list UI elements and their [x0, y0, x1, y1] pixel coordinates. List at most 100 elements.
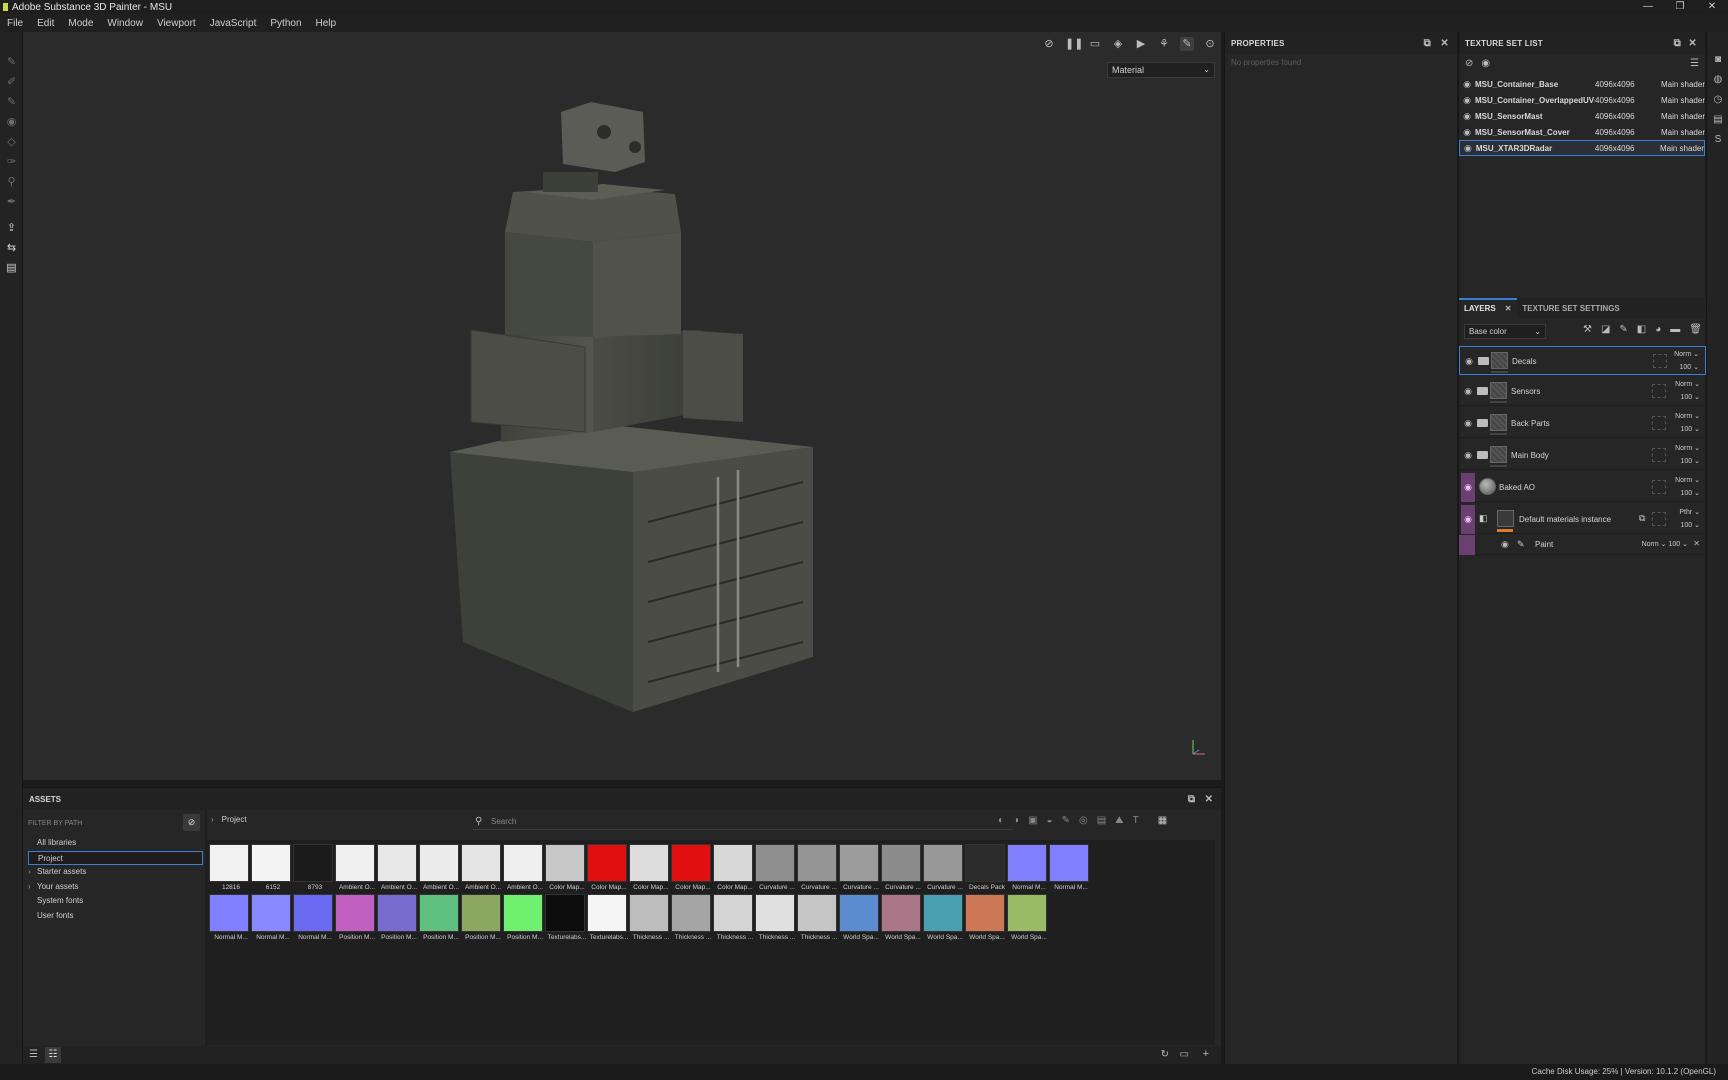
eraser-icon[interactable]: ✐ [5, 76, 18, 89]
opacity-select[interactable]: 100 ⌄ [1681, 521, 1701, 529]
asset-tile[interactable]: Thickness ... [713, 894, 755, 944]
geometry-mask-icon[interactable]: ◉ [5, 116, 18, 129]
instance-icon[interactable]: ⧉ [1639, 513, 1645, 524]
filter-particle-icon[interactable]: ◎ [1079, 815, 1088, 826]
blend-mode-select[interactable]: Norm ⌄ [1674, 350, 1699, 358]
asset-tile[interactable]: Color Map... [587, 844, 629, 894]
eye-icon[interactable]: ◉ [1459, 95, 1475, 106]
blend-mode-select[interactable]: Norm ⌄ [1675, 412, 1700, 420]
eye-icon[interactable]: ◉ [1461, 473, 1475, 502]
menu-mode[interactable]: Mode [68, 18, 93, 29]
paint-brush-icon[interactable]: ✎ [5, 56, 18, 69]
camera-settings-icon[interactable]: ◙ [1712, 54, 1724, 66]
blend-mode-select[interactable]: Norm ⌄ [1675, 380, 1700, 388]
asset-tile[interactable]: Curvature ... [881, 844, 923, 894]
search-input[interactable]: ⚲ Search [473, 814, 1013, 830]
float-panel-icon[interactable]: ⧉ [1674, 38, 1681, 49]
filter-font-icon[interactable]: T [1133, 815, 1139, 826]
opacity-select[interactable]: 100 ⌄ [1681, 425, 1701, 433]
layer-item-decals[interactable]: ◉ Decals Norm ⌄ 100 ⌄ [1459, 346, 1706, 375]
channel-select[interactable]: Base color ⌄ [1464, 323, 1546, 339]
asset-tile[interactable]: World Spa... [881, 894, 923, 944]
opacity-select[interactable]: 100 ⌄ [1680, 363, 1700, 371]
color-picker-icon[interactable]: ✒ [5, 196, 18, 209]
minimize-button[interactable]: — [1632, 0, 1664, 14]
texture-set-row[interactable]: ◉ MSU_SensorMast_Cover 4096x4096 Main sh… [1459, 124, 1705, 140]
add-mask-icon[interactable]: ◪ [1601, 324, 1610, 335]
history-icon[interactable]: ◷ [1712, 94, 1724, 106]
asset-tile[interactable]: Curvature ... [923, 844, 965, 894]
sub-layer-paint[interactable]: ◉ ✎ Paint Norm ⌄ 100 ⌄ ✕ [1459, 535, 1706, 555]
eye-icon[interactable]: ◉ [1461, 441, 1475, 470]
asset-tile[interactable]: 12816 [209, 844, 251, 894]
asset-tile[interactable]: World Spa... [965, 894, 1007, 944]
new-folder-icon[interactable]: ▭ [1180, 1049, 1189, 1060]
eye-icon[interactable]: ◉ [1461, 505, 1475, 534]
asset-tile[interactable]: Position M... [461, 894, 503, 944]
blend-mode-select[interactable]: Pthr ⌄ [1679, 508, 1700, 516]
detail-view-icon[interactable]: ☷ [45, 1047, 61, 1063]
close-panel-icon[interactable]: ✕ [1688, 38, 1697, 49]
eye-icon[interactable]: ◉ [1462, 347, 1476, 376]
float-panel-icon[interactable]: ⧉ [1188, 794, 1195, 805]
add-folder-icon[interactable]: ▬ [1670, 324, 1680, 335]
asset-tile[interactable]: Ambient O... [503, 844, 545, 894]
mask-slot[interactable] [1652, 448, 1666, 462]
library-starter-assets[interactable]: › Starter assets [28, 865, 203, 880]
opacity-select[interactable]: 100 ⌄ [1681, 489, 1701, 497]
view-mode-icon[interactable]: ▭ [1088, 37, 1102, 51]
layer-item-default-materials-instance[interactable]: ◉ ◧ Default materials instance ⧉ Pthr ⌄ … [1459, 505, 1706, 534]
add-fill-layer-icon[interactable]: ◧ [1637, 324, 1646, 335]
mask-slot[interactable] [1652, 480, 1666, 494]
asset-tile[interactable]: Position M... [377, 894, 419, 944]
asset-tile[interactable]: World Spa... [839, 894, 881, 944]
refresh-icon[interactable]: ↻ [1161, 1049, 1169, 1060]
menu-edit[interactable]: Edit [37, 18, 54, 29]
polygon-fill-icon[interactable]: ◇ [5, 136, 18, 149]
eye-icon[interactable]: ◉ [1459, 79, 1475, 90]
opacity-select[interactable]: 100 ⌄ [1681, 393, 1701, 401]
list-options-icon[interactable]: ☰ [1690, 58, 1699, 69]
layer-item-back-parts[interactable]: ◉ Back Parts Norm ⌄ 100 ⌄ [1459, 409, 1706, 438]
mask-slot[interactable] [1652, 512, 1666, 526]
asset-tile[interactable]: Curvature ... [839, 844, 881, 894]
asset-tile[interactable]: Color Map... [713, 844, 755, 894]
asset-tile[interactable]: Normal M... [209, 894, 251, 944]
close-panel-icon[interactable]: ✕ [1440, 38, 1449, 49]
add-paint-layer-icon[interactable]: ✎ [1619, 324, 1627, 335]
asset-tile[interactable]: Ambient O... [419, 844, 461, 894]
import-icon[interactable]: + [1203, 1048, 1209, 1060]
eye-icon[interactable]: ◉ [1459, 127, 1475, 138]
library-user-fonts[interactable]: User fonts [28, 909, 203, 924]
asset-tile[interactable]: Normal M... [293, 894, 335, 944]
asset-tile[interactable]: Normal M... [1007, 844, 1049, 894]
remove-effect-icon[interactable]: ✕ [1693, 539, 1700, 548]
shading-cube-icon[interactable]: ◈ [1111, 37, 1125, 51]
asset-tile[interactable]: Thickness ... [755, 894, 797, 944]
eye-icon[interactable]: ◉ [1461, 377, 1475, 406]
tab-layers[interactable]: LAYERS ✕ [1459, 298, 1518, 318]
asset-tile[interactable]: Ambient O... [461, 844, 503, 894]
layer-item-sensors[interactable]: ◉ Sensors Norm ⌄ 100 ⌄ [1459, 377, 1706, 406]
export-icon[interactable]: ⇆ [5, 242, 18, 255]
filter-smart-material-icon[interactable]: ◑ [1013, 815, 1019, 826]
filter-texture-icon[interactable]: ▣ [1028, 815, 1037, 826]
blend-opacity[interactable]: Norm ⌄ 100 ⌄ [1642, 540, 1688, 548]
asset-tile[interactable]: World Spa... [923, 894, 965, 944]
asset-tile[interactable]: Normal M... [1049, 844, 1091, 894]
mask-slot[interactable] [1652, 384, 1666, 398]
asset-tile[interactable]: Ambient O... [377, 844, 419, 894]
blend-mode-select[interactable]: Norm ⌄ [1675, 476, 1700, 484]
library-system-fonts[interactable]: System fonts [28, 894, 203, 909]
close-tab-icon[interactable]: ✕ [1505, 304, 1512, 313]
hide-all-icon[interactable]: ⊘ [1465, 58, 1473, 69]
menu-window[interactable]: Window [107, 18, 143, 29]
menu-file[interactable]: File [7, 18, 23, 29]
asset-tile[interactable]: Color Map... [545, 844, 587, 894]
camera-icon[interactable]: ▶ [1134, 37, 1148, 51]
asset-tile[interactable]: 6152 [251, 844, 293, 894]
menu-viewport[interactable]: Viewport [157, 18, 196, 29]
symmetry-icon[interactable]: ⚘ [1157, 37, 1171, 51]
texture-set-row[interactable]: ◉ MSU_Container_OverlappedUVs 4096x4096 … [1459, 92, 1705, 108]
asset-tile[interactable]: Thickness ... [671, 894, 713, 944]
